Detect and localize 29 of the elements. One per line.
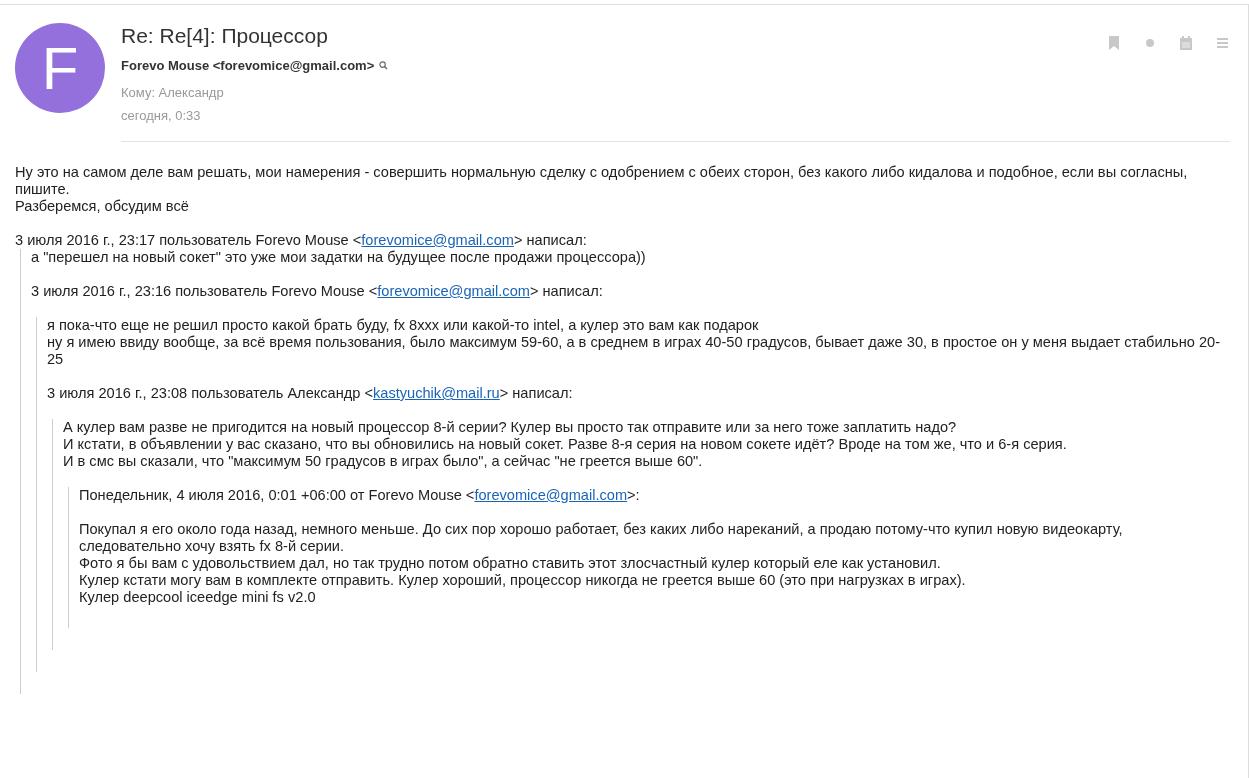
message-text: я пока-что еще не решил просто какой брать буду, fx 8xxx или какой-то intel, а кулер это вам как подарок bbox=[47, 317, 760, 334]
message-text: Разберемся, обсудим всё bbox=[15, 198, 190, 215]
bookmark-icon[interactable] bbox=[1106, 35, 1122, 51]
sender-avatar: F bbox=[15, 23, 105, 113]
message-text: Фото я бы вам с удовольствием дал, но так трудно потом обратно ставить этот злосчастный кулер который еле как установил. bbox=[79, 555, 942, 572]
message-text: И в смс вы сказали, что "максимум 50 градусов в играх было", а сейчас "не греется выше 60". bbox=[63, 453, 704, 470]
menu-icon[interactable] bbox=[1214, 35, 1230, 51]
quote-attribution: 3 июля 2016 г., 23:08 пользователь Александр <kastyuchik@mail.ru> написал: bbox=[47, 385, 574, 402]
search-icon[interactable] bbox=[379, 61, 389, 70]
message-text: Кулер deepcool iceedge mini fs v2.0 bbox=[79, 589, 317, 606]
message-text: ну я имею ввиду вообще, за всё время пользования, было максимум 59-60, а в среднем в играх 40-50 градусов, бывает даже 30, в простое он у меня выдает стабильно 20-25 bbox=[47, 334, 1222, 368]
quote-attribution: 3 июля 2016 г., 23:17 пользователь Forevo Mouse <forevomice@gmail.com> написал: bbox=[15, 232, 588, 249]
message-text: А кулер вам разве не пригодится на новый процессор 8-й серии? Кулер вы просто так отправите или за него тоже заплатить надо? bbox=[63, 419, 958, 436]
email-link[interactable]: forevomice@gmail.com bbox=[361, 232, 514, 248]
email-link[interactable]: kastyuchik@mail.ru bbox=[373, 385, 500, 401]
email-link[interactable]: forevomice@gmail.com bbox=[377, 283, 530, 299]
message-text: Покупал я его около года назад, немного меньше. До сих пор хорошо работает, без каких либо нареканий, а продаю потому-что купил новую видеокарту, следовательно хочу взять fx 8-й серии. bbox=[79, 521, 1124, 555]
message-text: И кстати, в объявлении у вас сказано, что вы обновились на новый сокет. Разве 8-я серия на новом сокете идёт? Вроде на том же, что и 6-я серия. bbox=[63, 436, 1068, 453]
message-subject: Re: Re[4]: Процессор bbox=[121, 24, 329, 48]
message-text: Кулер кстати могу вам в комплекте отправить. Кулер хороший, процессор никогда не греется выше 60 (это при нагрузках в играх). bbox=[79, 572, 967, 589]
email-link[interactable]: forevomice@gmail.com bbox=[474, 487, 628, 503]
message-date: сегодня, 0:33 bbox=[121, 108, 202, 123]
message-text: а "перешел на новый сокет" это уже мои задатки на будущее после продажи процессора)) bbox=[31, 249, 647, 266]
sender-address[interactable]: Forevo Mouse <forevomice@gmail.com> bbox=[121, 58, 375, 73]
calendar-icon[interactable] bbox=[1178, 35, 1194, 51]
recipient-line: Кому: Александр bbox=[121, 85, 225, 100]
quote-attribution: Понедельник, 4 июля 2016, 0:01 +06:00 от Forevo Mouse <forevomice@gmail.com>: bbox=[79, 487, 641, 504]
message-text: Ну это на самом деле вам решать, мои намерения - совершить нормальную сделку с одобрением с обеих сторон, без какого либо кидалова и подобное, если вы согласны, пишите. bbox=[15, 164, 1189, 198]
quote-attribution: 3 июля 2016 г., 23:16 пользователь Forevo Mouse <forevomice@gmail.com> написал: bbox=[31, 283, 604, 300]
